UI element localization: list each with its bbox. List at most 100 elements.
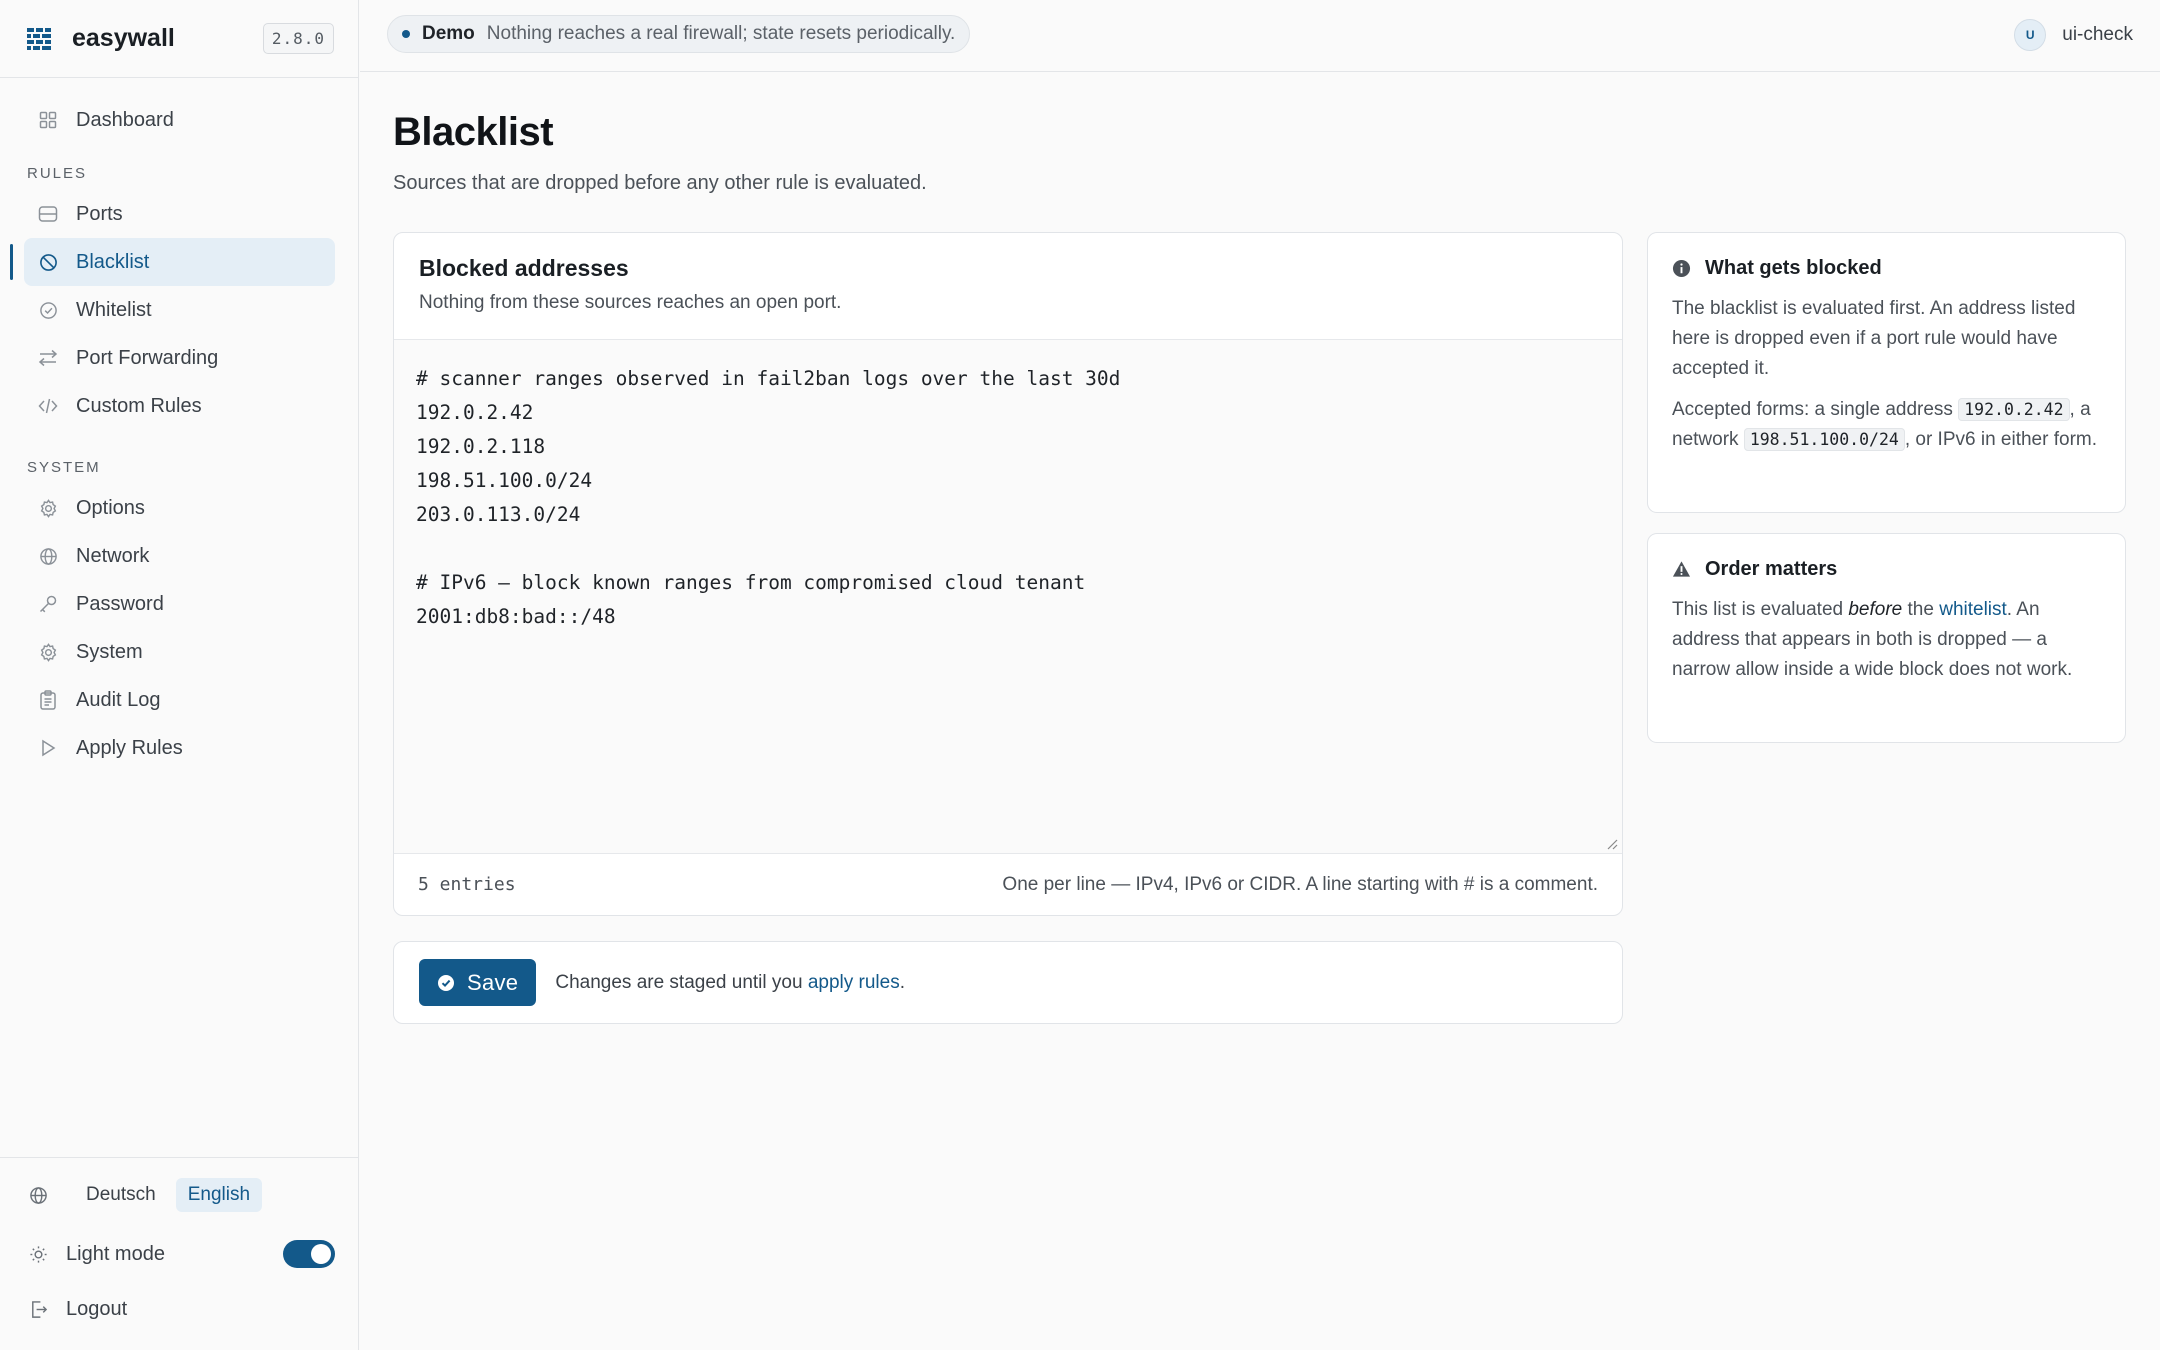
version-badge: 2.8.0 xyxy=(262,23,334,54)
sidebar-item-whitelist[interactable]: Whitelist xyxy=(24,286,335,334)
nav-section-rules: RULES xyxy=(27,164,88,182)
code-line: 192.0.2.118 xyxy=(416,435,546,458)
order-text: the xyxy=(1907,599,1934,620)
accepted-forms-text: Accepted forms: a single address xyxy=(1672,399,1953,420)
sidebar-footer: Deutsch English Light mode Logout xyxy=(0,1157,359,1350)
info-paragraph: The blacklist is evaluated first. An add… xyxy=(1672,298,2076,379)
card-title: Blocked addresses xyxy=(419,255,629,281)
code-icon xyxy=(38,396,58,416)
code-line: 203.0.113.0/24 xyxy=(416,503,581,526)
sidebar-item-ports[interactable]: Ports xyxy=(24,190,335,238)
theme-label: Light mode xyxy=(66,1242,165,1265)
entry-count: 5 entries xyxy=(418,874,516,895)
info-card-header: What gets blocked xyxy=(1672,257,2101,280)
demo-banner: Demo Nothing reaches a real firewall; st… xyxy=(387,15,971,53)
sidebar-item-label: Options xyxy=(76,496,145,519)
brand: easywall 2.8.0 xyxy=(0,0,358,78)
block-icon xyxy=(38,252,58,272)
save-bar: Save Changes are staged until you apply … xyxy=(393,941,1623,1024)
sidebar-item-audit-log[interactable]: Audit Log xyxy=(24,676,335,724)
topbar: Demo Nothing reaches a real firewall; st… xyxy=(360,0,2160,72)
save-button[interactable]: Save xyxy=(419,959,537,1006)
order-paragraph: This list is evaluated before the whitel… xyxy=(1672,595,2101,685)
sidebar-item-label: Audit Log xyxy=(76,688,161,711)
sidebar-item-label: Password xyxy=(76,592,164,615)
gear-icon xyxy=(38,642,58,662)
order-card-title: Order matters xyxy=(1705,558,1838,580)
whitelist-link[interactable]: whitelist xyxy=(1939,599,2007,620)
easywall-logo-icon xyxy=(27,27,51,50)
order-card-header: Order matters xyxy=(1672,558,2101,581)
save-note: Changes are staged until you apply rules… xyxy=(555,972,905,994)
code-line: # scanner ranges observed in fail2ban lo… xyxy=(416,367,1121,390)
check-circle-icon xyxy=(38,300,58,320)
blacklist-textarea[interactable]: # scanner ranges observed in fail2ban lo… xyxy=(394,340,1622,854)
status-dot-icon xyxy=(402,30,410,38)
code-line: 198.51.100.0/24 xyxy=(416,469,593,492)
sidebar-item-network[interactable]: Network xyxy=(24,532,335,580)
save-button-label: Save xyxy=(467,969,519,995)
play-icon xyxy=(38,738,58,758)
theme-row: Light mode xyxy=(28,1240,335,1268)
sidebar-item-options[interactable]: Options xyxy=(24,484,335,532)
resize-handle-icon[interactable] xyxy=(1606,838,1618,850)
sidebar-item-label: Ports xyxy=(76,202,123,225)
sidebar-item-password[interactable]: Password xyxy=(24,580,335,628)
order-emphasis: before xyxy=(1848,599,1903,620)
sun-icon xyxy=(28,1244,48,1264)
sidebar-item-dashboard[interactable]: Dashboard xyxy=(24,96,335,144)
server-icon xyxy=(38,204,58,224)
sidebar-item-port-forwarding[interactable]: Port Forwarding xyxy=(24,334,335,382)
logout-icon xyxy=(28,1300,48,1320)
user-menu[interactable]: U ui-check xyxy=(2014,19,2133,51)
sidebar-item-label: System xyxy=(76,640,143,663)
page-title: Blacklist xyxy=(393,110,554,154)
card-header: Blocked addresses Nothing from these sou… xyxy=(394,233,1622,340)
language-option-english[interactable]: English xyxy=(175,1178,263,1212)
info-card-title: What gets blocked xyxy=(1705,257,1882,279)
sidebar-item-label: Network xyxy=(76,544,150,567)
code-line: 2001:db8:bad::/48 xyxy=(416,605,616,628)
sidebar-item-system[interactable]: System xyxy=(24,628,335,676)
apply-rules-link[interactable]: apply rules xyxy=(808,972,900,993)
sidebar-item-label: Apply Rules xyxy=(76,736,183,759)
sidebar-item-blacklist[interactable]: Blacklist xyxy=(10,238,335,286)
sidebar: easywall 2.8.0 Dashboard RULES Ports Bla… xyxy=(0,0,359,1350)
page-subtitle: Sources that are dropped before any othe… xyxy=(393,172,927,194)
globe-icon xyxy=(28,1185,48,1205)
order-text: This list is evaluated xyxy=(1672,599,1844,620)
globe-icon xyxy=(38,546,58,566)
save-note-suffix: . xyxy=(899,971,905,993)
code-line: # IPv6 — block known ranges from comprom… xyxy=(416,571,1086,594)
format-hint: One per line — IPv4, IPv6 or CIDR. A lin… xyxy=(1002,873,1598,895)
nav-section-system: SYSTEM xyxy=(27,458,101,476)
sidebar-item-label: Whitelist xyxy=(76,298,152,321)
sidebar-item-label: Port Forwarding xyxy=(76,346,219,369)
brand-name: easywall xyxy=(72,24,175,52)
demo-label: Demo xyxy=(422,23,475,44)
card-footer: 5 entries One per line — IPv4, IPv6 or C… xyxy=(394,853,1622,915)
key-icon xyxy=(38,594,58,614)
what-gets-blocked-card: What gets blocked The blacklist is evalu… xyxy=(1647,232,2126,513)
clipboard-icon xyxy=(38,690,58,710)
code-example-network: 198.51.100.0/24 xyxy=(1743,428,1905,451)
sidebar-nav: Dashboard RULES Ports Blacklist Whitelis… xyxy=(0,96,359,772)
order-matters-card: Order matters This list is evaluated bef… xyxy=(1647,533,2126,743)
language-option-deutsch[interactable]: Deutsch xyxy=(74,1178,168,1212)
accepted-forms-text: , or IPv6 in either form. xyxy=(1904,429,2098,450)
sidebar-item-label: Dashboard xyxy=(76,108,174,131)
grid-icon xyxy=(38,110,58,130)
theme-toggle[interactable] xyxy=(283,1240,335,1268)
logout-link[interactable]: Logout xyxy=(28,1298,335,1321)
username: ui-check xyxy=(2062,24,2133,45)
sidebar-item-label: Custom Rules xyxy=(76,394,202,417)
code-example-address: 192.0.2.42 xyxy=(1958,398,2070,421)
sidebar-item-apply-rules[interactable]: Apply Rules xyxy=(24,724,335,772)
warning-icon xyxy=(1672,560,1691,579)
demo-text: Nothing reaches a real firewall; state r… xyxy=(486,23,956,44)
logout-label: Logout xyxy=(66,1298,128,1320)
card-subtitle: Nothing from these sources reaches an op… xyxy=(419,292,842,313)
arrows-icon xyxy=(38,348,58,368)
sidebar-item-custom-rules[interactable]: Custom Rules xyxy=(24,382,335,430)
